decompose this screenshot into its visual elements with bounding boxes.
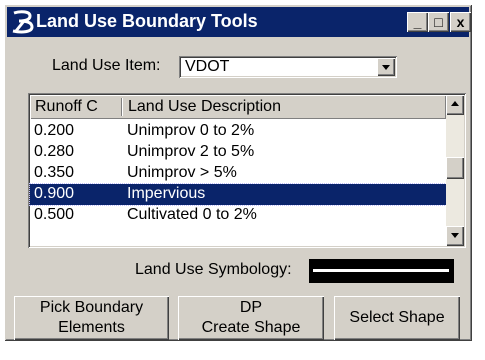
column-header-runoff[interactable]: Runoff C — [35, 98, 98, 116]
arrow-down-icon — [451, 233, 459, 238]
vertical-scrollbar[interactable] — [446, 95, 464, 246]
button-label-line-2: Create Shape — [201, 319, 301, 336]
dialog-window: Land Use Boundary Tools _ □ x Land Use I… — [4, 4, 472, 341]
column-separator[interactable] — [121, 98, 123, 116]
land-use-item-label: Land Use Item: — [52, 57, 161, 74]
land-use-item-select[interactable]: VDOT — [179, 56, 397, 78]
description-cell: Unimprov > 5% — [127, 164, 237, 181]
scroll-thumb[interactable] — [446, 157, 464, 179]
button-label-line-2: Elements — [58, 319, 125, 336]
minimize-button[interactable]: _ — [407, 12, 428, 32]
description-cell: Cultivated 0 to 2% — [127, 206, 257, 223]
description-cell: Unimprov 2 to 5% — [127, 143, 255, 160]
table-header: Runoff C Land Use Description — [30, 95, 446, 119]
line-style-preview — [313, 269, 449, 272]
chevron-down-icon — [382, 65, 390, 70]
dropdown-button[interactable] — [377, 58, 395, 76]
runoff-cell: 0.350 — [34, 164, 75, 181]
scroll-up-button[interactable] — [446, 95, 464, 115]
dp-create-shape-button[interactable]: DP Create Shape — [178, 296, 324, 340]
button-label-line-1: DP — [239, 299, 263, 316]
table-row[interactable]: 0.200 Unimprov 0 to 2% — [30, 121, 446, 142]
button-label: Select Shape — [349, 309, 445, 326]
table-row[interactable]: 0.280 Unimprov 2 to 5% — [30, 142, 446, 163]
scroll-down-button[interactable] — [446, 226, 464, 246]
arrow-up-icon — [451, 101, 459, 106]
table-row[interactable]: 0.350 Unimprov > 5% — [30, 163, 446, 184]
maximize-button[interactable]: □ — [428, 12, 449, 32]
table-rows: 0.200 Unimprov 0 to 2% 0.280 Unimprov 2 to … — [29, 121, 447, 226]
close-button[interactable]: x — [450, 12, 471, 32]
runoff-cell: 0.900 — [34, 185, 75, 202]
table-row[interactable]: 0.900 Impervious — [29, 183, 447, 206]
title-bar[interactable]: Land Use Boundary Tools _ □ x — [7, 7, 471, 37]
button-label-line-1: Pick Boundary — [39, 299, 144, 316]
land-use-item-value: VDOT — [185, 58, 230, 75]
land-use-table[interactable]: Runoff C Land Use Description 0.200 Unimp… — [28, 93, 466, 248]
column-header-description[interactable]: Land Use Description — [128, 98, 281, 116]
pick-boundary-elements-button[interactable]: Pick Boundary Elements — [14, 296, 169, 340]
select-shape-button[interactable]: Select Shape — [334, 296, 460, 340]
description-cell: Impervious — [127, 185, 206, 202]
symbology-swatch[interactable] — [309, 259, 454, 283]
runoff-cell: 0.200 — [34, 122, 75, 139]
window-title: Land Use Boundary Tools — [36, 11, 258, 31]
table-row[interactable]: 0.500 Cultivated 0 to 2% — [30, 205, 446, 226]
bentley-b-icon — [12, 10, 34, 34]
symbology-label: Land Use Symbology: — [135, 261, 292, 278]
runoff-cell: 0.500 — [34, 206, 75, 223]
runoff-cell: 0.280 — [34, 143, 75, 160]
description-cell: Unimprov 0 to 2% — [127, 122, 255, 139]
